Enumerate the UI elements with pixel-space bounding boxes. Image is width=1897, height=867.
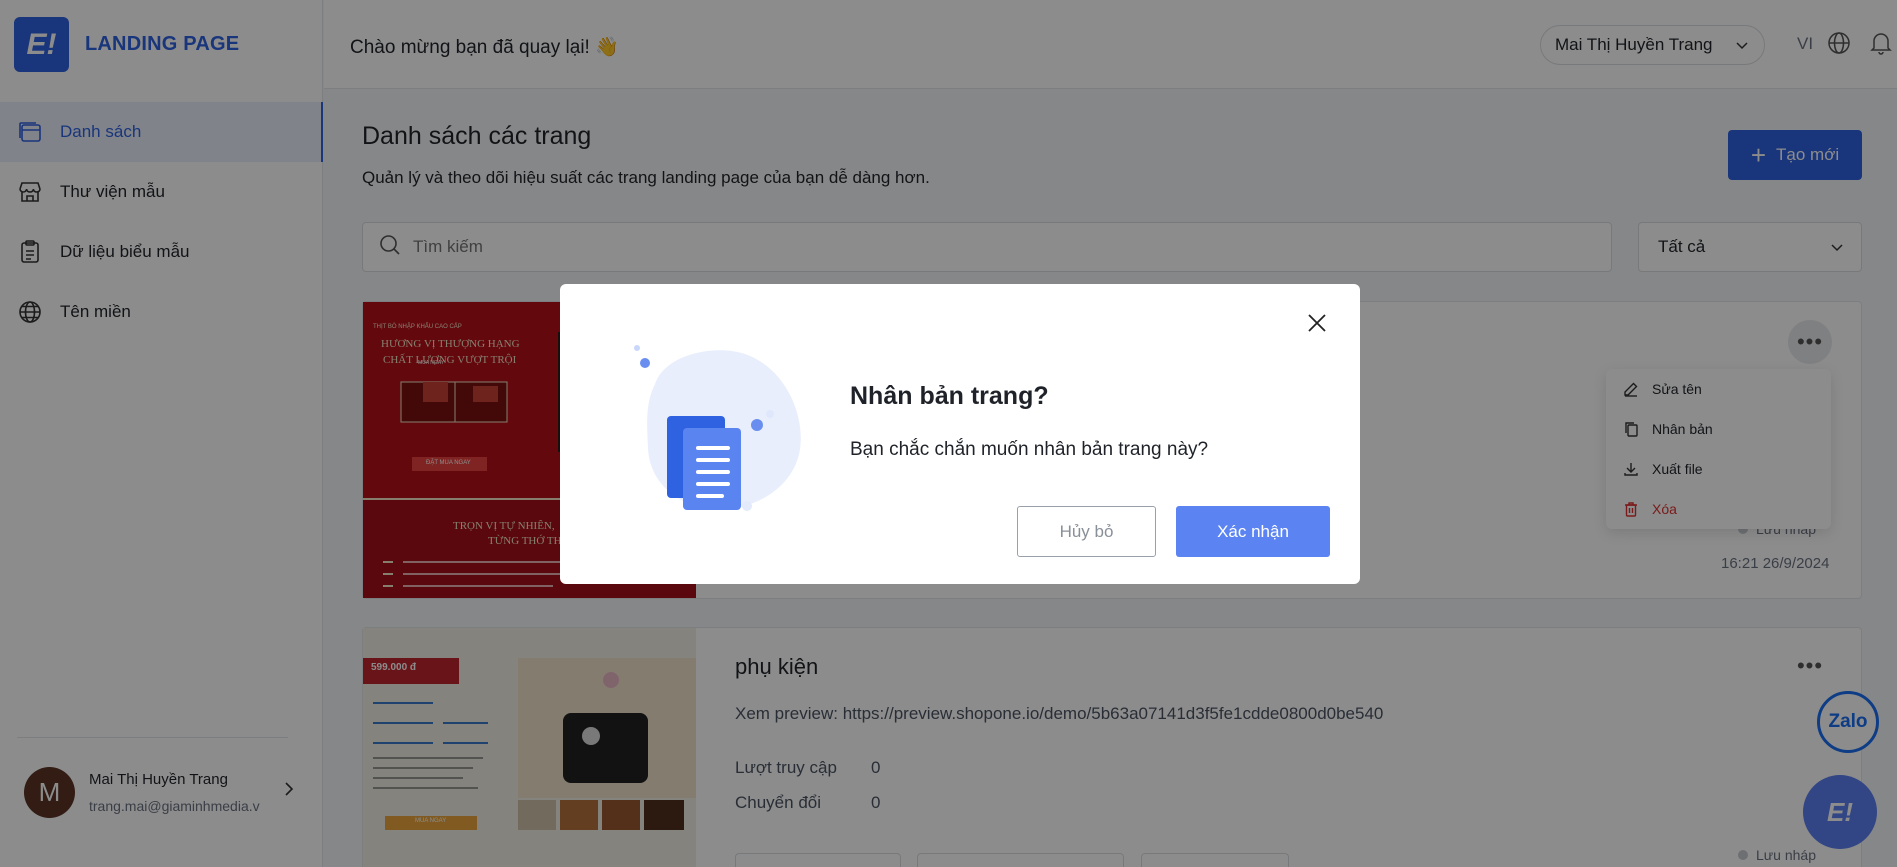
duplicate-document-illustration	[615, 324, 815, 559]
duplicate-confirm-dialog: Nhân bản trang? Bạn chắc chắn muốn nhân …	[560, 284, 1360, 584]
cancel-button[interactable]: Hủy bỏ	[1017, 506, 1156, 557]
confirm-button[interactable]: Xác nhận	[1176, 506, 1330, 557]
close-icon[interactable]	[1302, 308, 1332, 338]
dialog-message: Bạn chắc chắn muốn nhân bản trang này?	[850, 439, 1209, 460]
dialog-title: Nhân bản trang?	[850, 382, 1049, 410]
